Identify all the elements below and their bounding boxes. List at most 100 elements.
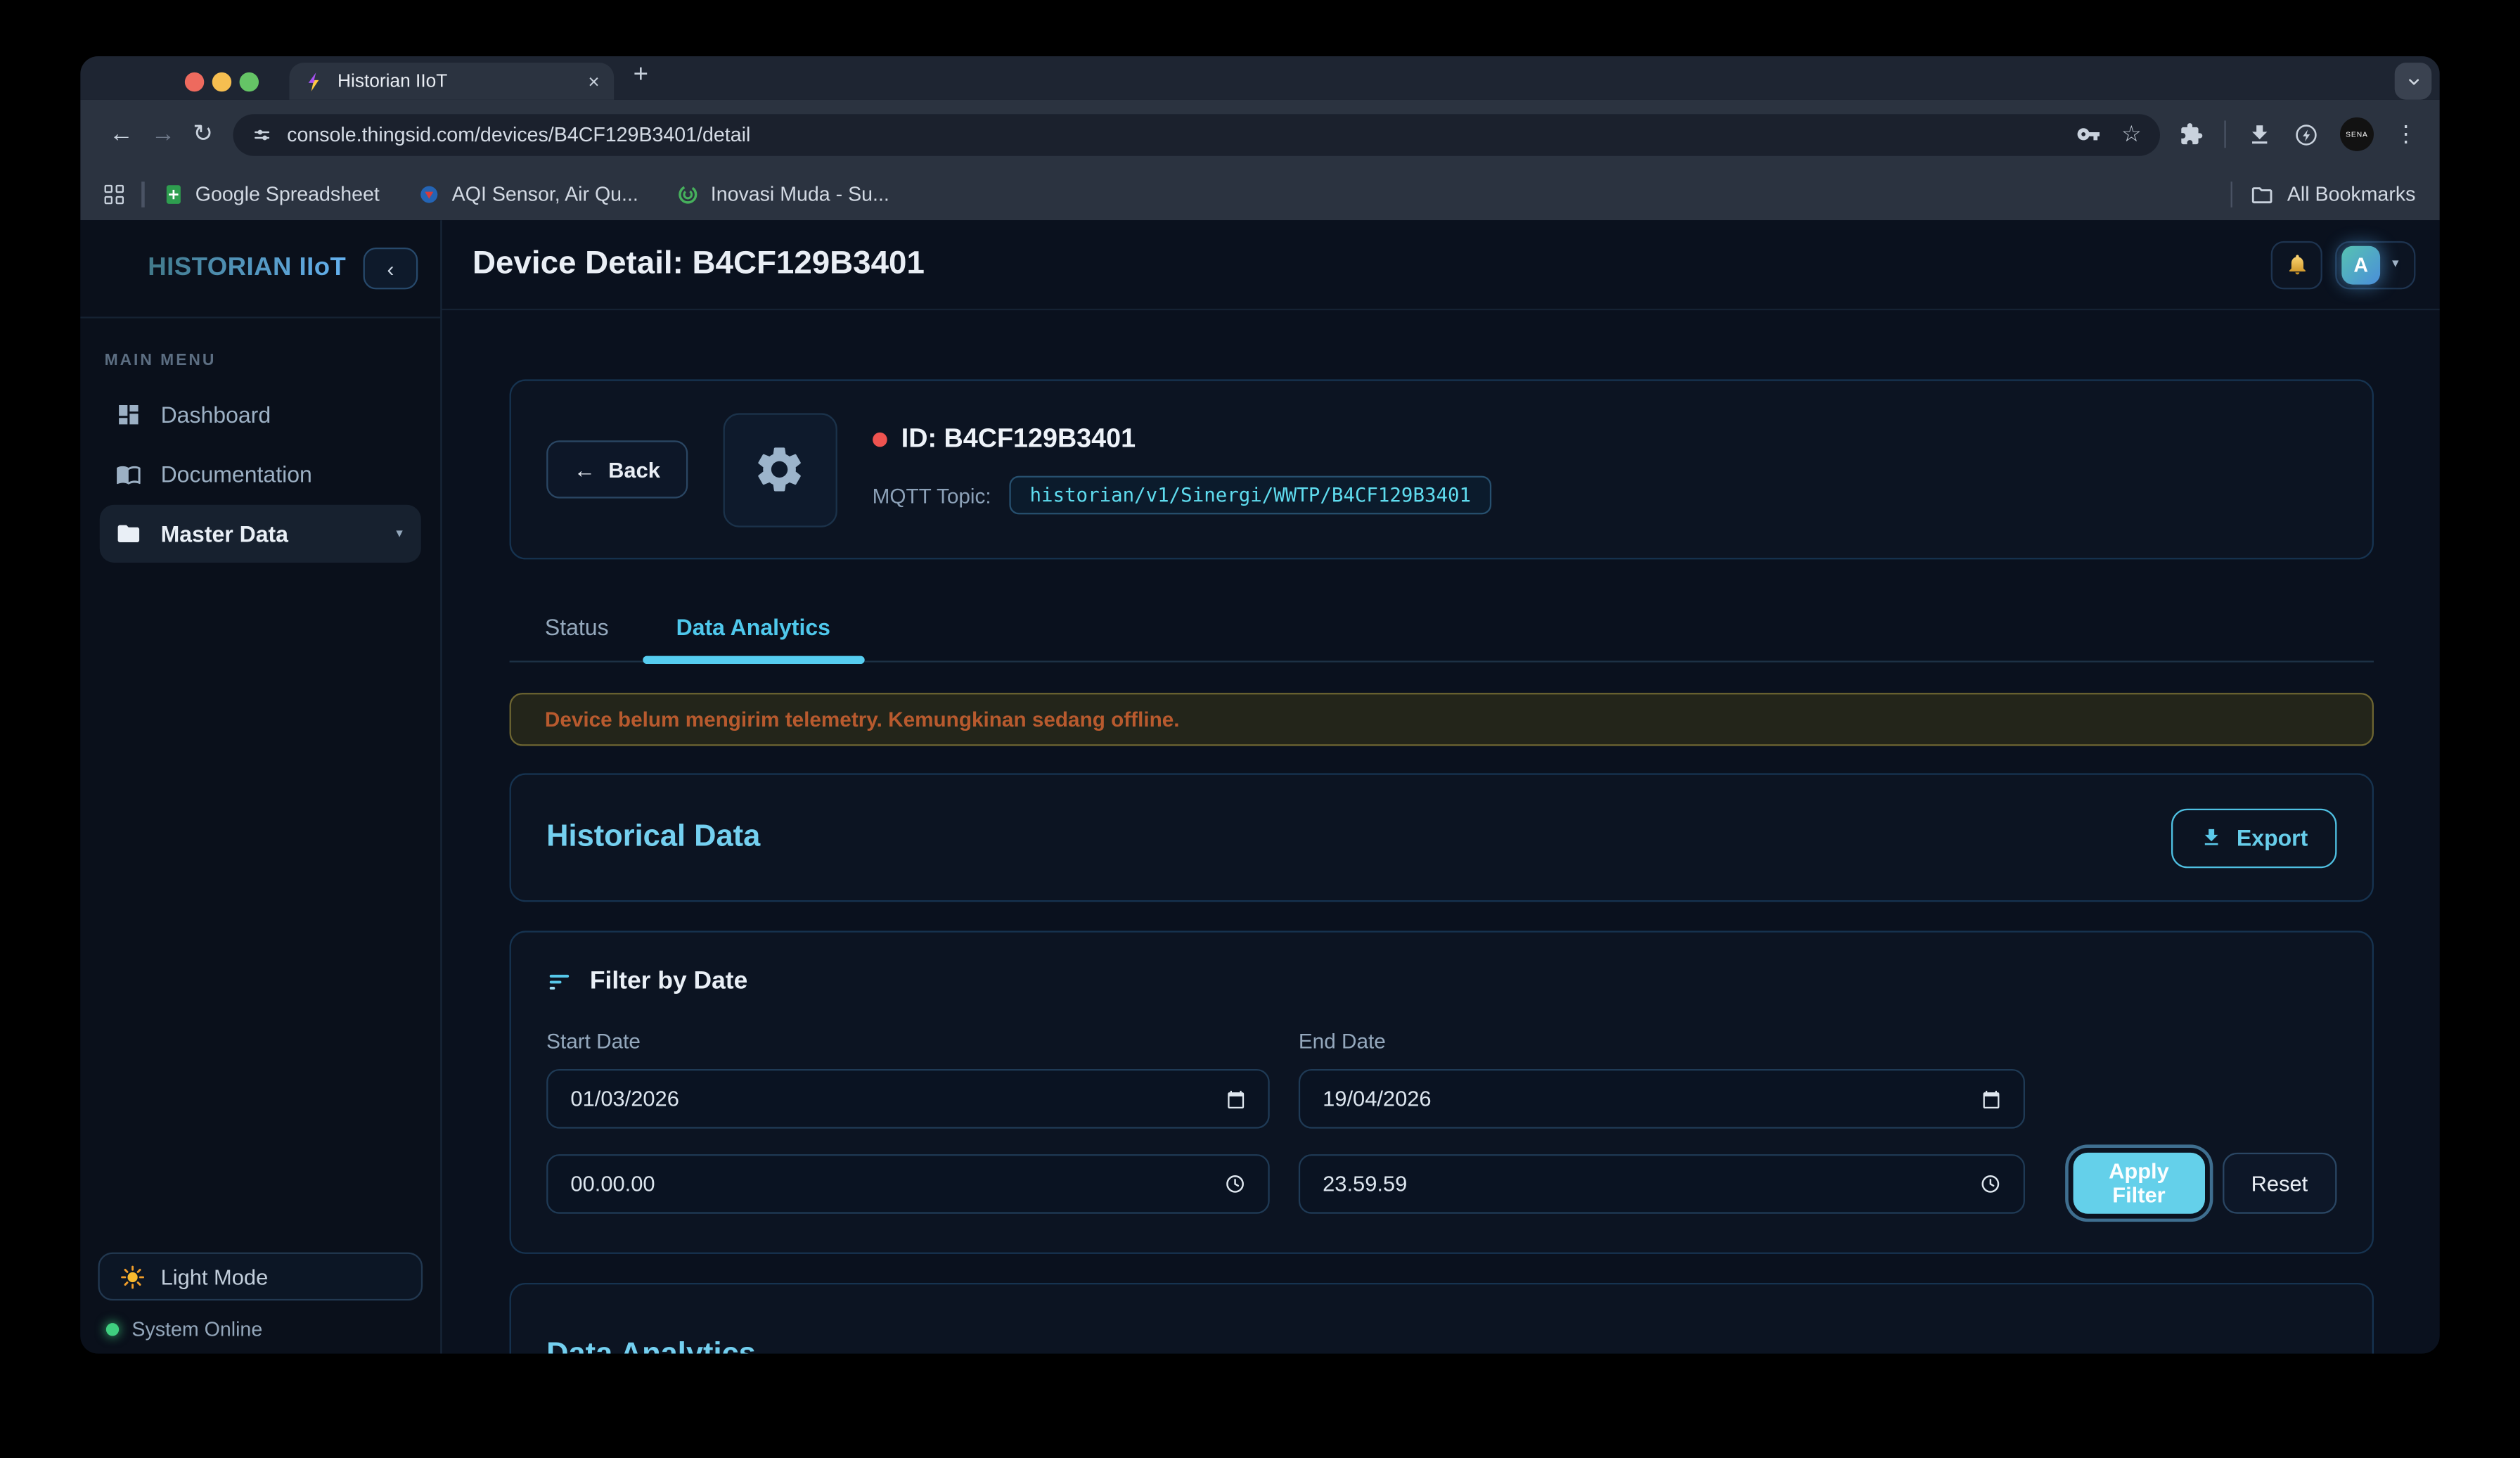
system-status-label: System Online: [131, 1318, 262, 1341]
sidebar-menu: MAIN MENU Dashboard Documentation: [80, 319, 440, 1253]
browser-menu-icon[interactable]: ⋮: [2395, 120, 2417, 148]
new-tab-button[interactable]: +: [634, 61, 648, 90]
filter-by-date-card: Filter by Date Start Date 01/03/2026: [510, 931, 2374, 1253]
mqtt-topic-value[interactable]: historian/v1/Sinergi/WWTP/B4CF129B3401: [1009, 476, 1492, 515]
bookmark-star-icon[interactable]: ☆: [2121, 123, 2142, 146]
sidebar-item-label: Documentation: [161, 461, 312, 487]
extensions-puzzle-icon[interactable]: [2178, 122, 2202, 146]
url-text[interactable]: console.thingsid.com/devices/B4CF129B340…: [287, 123, 2076, 146]
bookmark-label: AQI Sensor, Air Qu...: [452, 184, 638, 206]
bookmark-inovasi-muda[interactable]: Inovasi Muda - Su...: [677, 184, 889, 206]
aqi-favicon: [418, 184, 441, 206]
all-bookmarks[interactable]: All Bookmarks: [2213, 181, 2416, 207]
sidebar-item-label: Master Data: [161, 521, 288, 547]
start-date-value: 01/03/2026: [570, 1087, 679, 1111]
device-id: ID: B4CF129B3401: [901, 424, 1136, 454]
calendar-icon[interactable]: [1226, 1089, 1245, 1108]
password-key-icon[interactable]: [2076, 122, 2100, 146]
tab-status[interactable]: Status: [545, 601, 609, 661]
notifications-button[interactable]: [2271, 241, 2322, 289]
detail-tabs: Status Data Analytics: [510, 601, 2374, 663]
filter-icon: [546, 969, 572, 995]
start-time-input[interactable]: 00.00.00: [546, 1154, 1270, 1214]
tab-title: Historian IIoT: [338, 72, 577, 91]
bookmark-google-spreadsheet[interactable]: Google Spreadsheet: [162, 184, 380, 206]
book-icon: [116, 461, 142, 487]
filter-actions: Apply Filter Reset: [2054, 1029, 2336, 1214]
header-actions: A ▼: [2271, 241, 2416, 289]
tab-data-analytics[interactable]: Data Analytics: [676, 601, 830, 661]
calendar-icon[interactable]: [1981, 1089, 2000, 1108]
mqtt-topic-label: MQTT Topic:: [873, 483, 991, 507]
bookmarks-divider: [141, 181, 143, 207]
end-time-input[interactable]: 23.59.59: [1299, 1154, 2025, 1214]
page-content: ← Back ID: B4CF129B3401: [442, 310, 2440, 1353]
system-status: System Online: [98, 1300, 423, 1341]
filter-title: Filter by Date: [590, 968, 747, 997]
tab-close-icon[interactable]: ×: [589, 72, 600, 91]
light-mode-toggle[interactable]: Light Mode: [98, 1253, 423, 1301]
data-analytics-title: Data Analytics: [546, 1338, 756, 1354]
site-settings-tune-icon[interactable]: [250, 123, 273, 146]
device-info: ID: B4CF129B3401 MQTT Topic: historian/v…: [873, 424, 1492, 514]
user-menu-button[interactable]: A ▼: [2335, 241, 2415, 289]
end-date-value: 19/04/2026: [1323, 1087, 1431, 1111]
export-button[interactable]: Export: [2171, 808, 2336, 868]
filter-header: Filter by Date: [546, 968, 2336, 997]
dashboard-grid-icon: [116, 402, 142, 428]
all-bookmarks-label: All Bookmarks: [2287, 184, 2416, 206]
filter-grid: Start Date 01/03/2026 00.00.00: [546, 1029, 2336, 1214]
browser-profile-avatar[interactable]: SENA: [2340, 117, 2374, 151]
page-title: Device Detail: B4CF129B3401: [472, 246, 925, 283]
desktop: Historian IIoT × + ← → ↻: [0, 0, 2520, 1458]
sidebar-item-master-data[interactable]: Master Data ▼: [100, 505, 421, 563]
device-settings-tile[interactable]: [723, 412, 837, 526]
apply-filter-button[interactable]: Apply Filter: [2074, 1153, 2205, 1214]
clock-icon[interactable]: [1225, 1174, 1246, 1195]
toolbar-actions: SENA ⋮: [2178, 117, 2417, 151]
back-nav-icon[interactable]: ←: [109, 122, 133, 146]
forward-nav-icon[interactable]: →: [151, 122, 175, 146]
performance-leaf-icon[interactable]: [2294, 122, 2320, 148]
reset-button[interactable]: Reset: [2223, 1153, 2337, 1214]
online-status-dot: [106, 1323, 119, 1336]
downloads-icon[interactable]: [2246, 122, 2272, 148]
end-date-label: End Date: [1299, 1029, 2025, 1053]
sidebar-item-dashboard[interactable]: Dashboard: [100, 386, 421, 444]
bell-icon: [2284, 252, 2308, 276]
folder-icon: [2250, 182, 2274, 206]
back-button[interactable]: ← Back: [546, 440, 688, 498]
clock-icon[interactable]: [1980, 1174, 2001, 1195]
menu-section-label: MAIN MENU: [105, 352, 421, 370]
back-button-label: Back: [608, 457, 660, 481]
sidebar-item-documentation[interactable]: Documentation: [100, 445, 421, 503]
chevron-down-icon: [2405, 73, 2422, 89]
sidebar-item-label: Dashboard: [161, 402, 271, 428]
fullscreen-window-button[interactable]: [240, 72, 259, 91]
download-icon: [2199, 826, 2222, 849]
apps-grid-icon[interactable]: [105, 185, 124, 204]
sidebar: HISTORIAN IIoT ‹ MAIN MENU Dashboard: [80, 220, 442, 1353]
close-window-button[interactable]: [185, 72, 204, 91]
sidebar-footer: Light Mode System Online: [80, 1253, 440, 1354]
browser-tab[interactable]: Historian IIoT ×: [289, 63, 614, 100]
inovasi-favicon: [677, 184, 700, 206]
brand-logo-text: HISTORIAN IIoT: [148, 254, 346, 283]
start-date-input[interactable]: 01/03/2026: [546, 1069, 1270, 1129]
light-mode-label: Light Mode: [161, 1265, 269, 1288]
caret-down-icon: ▼: [394, 528, 405, 539]
end-date-input[interactable]: 19/04/2026: [1299, 1069, 2025, 1129]
start-column: Start Date 01/03/2026 00.00.00: [546, 1029, 1270, 1214]
bookmark-aqi-sensor[interactable]: AQI Sensor, Air Qu...: [418, 184, 638, 206]
tab-search-button[interactable]: [2395, 63, 2432, 100]
minimize-window-button[interactable]: [212, 72, 231, 91]
device-summary-card: ← Back ID: B4CF129B3401: [510, 379, 2374, 559]
export-button-label: Export: [2237, 825, 2308, 851]
reload-icon[interactable]: ↻: [193, 122, 213, 146]
window-controls: [185, 72, 259, 91]
address-bar[interactable]: console.thingsid.com/devices/B4CF129B340…: [232, 113, 2159, 155]
spreadsheet-favicon: [162, 184, 184, 206]
sidebar-collapse-button[interactable]: ‹: [364, 248, 418, 289]
address-bar-actions: ☆: [2076, 122, 2142, 146]
historical-data-card: Historical Data Export: [510, 773, 2374, 902]
